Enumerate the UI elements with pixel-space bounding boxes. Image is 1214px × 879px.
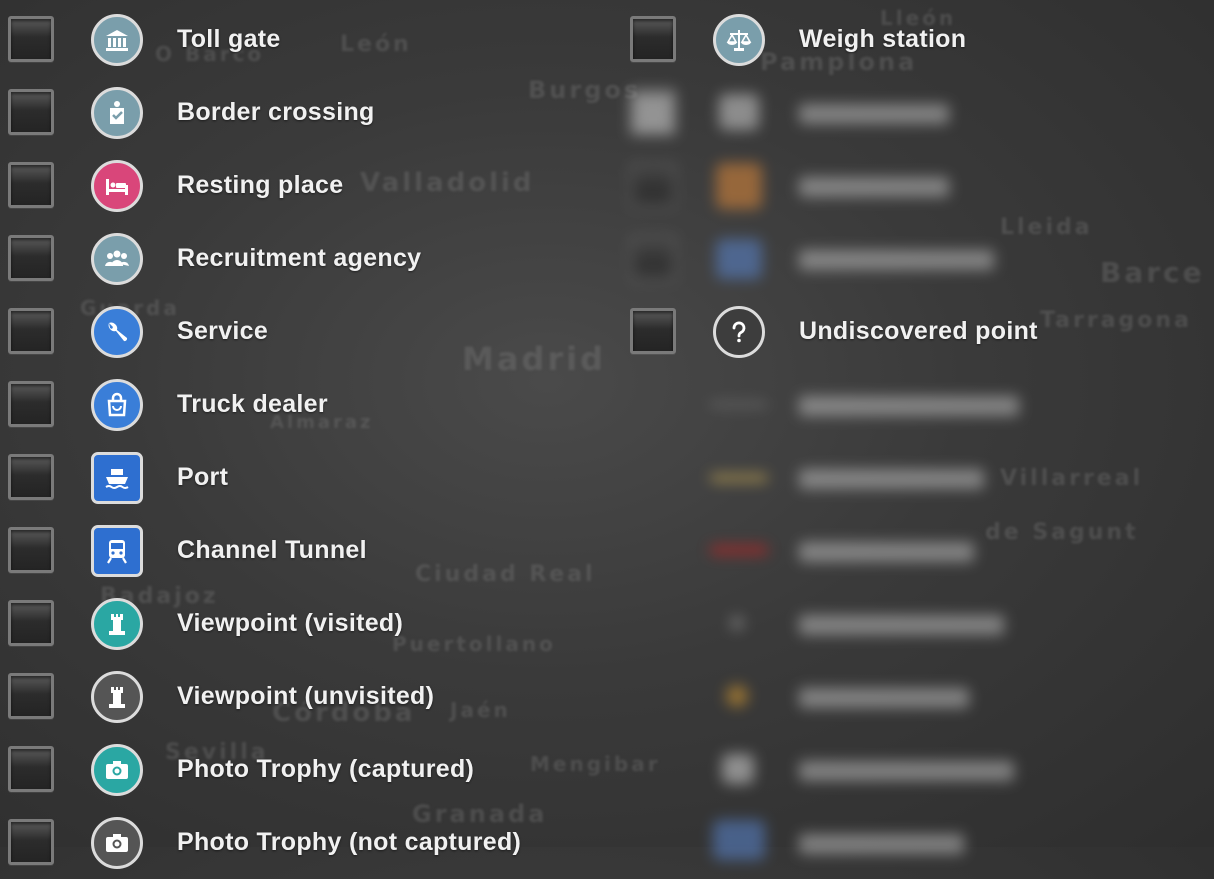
resting-place-checkbox[interactable] bbox=[8, 162, 54, 208]
legend-label: Port bbox=[177, 463, 229, 491]
legend-row-port: Port bbox=[0, 441, 610, 514]
blurred-text bbox=[799, 396, 1019, 416]
truck-dealer-checkbox[interactable] bbox=[8, 381, 54, 427]
legend-row-blurred bbox=[620, 76, 1214, 149]
legend-row-blurred bbox=[620, 514, 1214, 587]
border-crossing-icon bbox=[91, 87, 143, 139]
legend-row-truck-dealer: Truck dealer bbox=[0, 368, 610, 441]
legend-row-viewpoint-visited: Viewpoint (visited) bbox=[0, 587, 610, 660]
legend-row-blurred bbox=[620, 733, 1214, 806]
blurred-checkbox[interactable] bbox=[630, 235, 676, 281]
tower-icon bbox=[91, 671, 143, 723]
recruitment-agency-checkbox[interactable] bbox=[8, 235, 54, 281]
toll-gate-icon bbox=[91, 14, 143, 66]
legend-row-weigh-station: Weigh station bbox=[620, 3, 1214, 76]
legend-label: Border crossing bbox=[177, 98, 375, 126]
legend-row-blurred bbox=[620, 587, 1214, 660]
legend-label: Truck dealer bbox=[177, 390, 328, 418]
legend-label: Resting place bbox=[177, 171, 344, 199]
border-crossing-checkbox[interactable] bbox=[8, 89, 54, 135]
tower-icon bbox=[91, 598, 143, 650]
port-checkbox[interactable] bbox=[8, 454, 54, 500]
legend-row-photo-trophy-not-captured: Photo Trophy (not captured) bbox=[0, 806, 610, 879]
legend-label: Recruitment agency bbox=[177, 244, 422, 272]
company-icon bbox=[716, 163, 762, 209]
legend-label: Toll gate bbox=[177, 25, 281, 53]
legend-label: Undiscovered point bbox=[799, 317, 1038, 345]
city-name-icon bbox=[719, 94, 759, 130]
service-checkbox[interactable] bbox=[8, 308, 54, 354]
legend-label: Service bbox=[177, 317, 269, 345]
explored-road-swatch bbox=[710, 474, 768, 482]
legend-label: Photo Trophy (captured) bbox=[177, 755, 475, 783]
legend-row-channel-tunnel: Channel Tunnel bbox=[0, 514, 610, 587]
blurred-checkbox[interactable] bbox=[630, 89, 676, 135]
blurred-text bbox=[799, 250, 994, 270]
toll-gate-checkbox[interactable] bbox=[8, 16, 54, 62]
legend-row-service: Service bbox=[0, 295, 610, 368]
blurred-text bbox=[799, 104, 949, 124]
blurred-text bbox=[799, 688, 969, 708]
legend-row-border-crossing: Border crossing bbox=[0, 76, 610, 149]
channel-tunnel-checkbox[interactable] bbox=[8, 527, 54, 573]
legend-label: Channel Tunnel bbox=[177, 536, 367, 564]
wrench-icon bbox=[91, 306, 143, 358]
legend-row-blurred bbox=[620, 806, 1214, 879]
legend-row-photo-trophy-captured: Photo Trophy (captured) bbox=[0, 733, 610, 806]
weigh-station-checkbox[interactable] bbox=[630, 16, 676, 62]
scales-icon bbox=[713, 14, 765, 66]
unexplored-city-dot bbox=[730, 616, 744, 630]
legend-row-undiscovered-point: Undiscovered point bbox=[620, 295, 1214, 368]
blurred-text bbox=[799, 542, 974, 562]
shopping-bag-icon bbox=[91, 379, 143, 431]
explored-city-dot bbox=[726, 685, 748, 707]
country-marker-icon bbox=[722, 754, 754, 784]
blurred-text bbox=[799, 834, 964, 854]
legend-label: Viewpoint (unvisited) bbox=[177, 682, 435, 710]
legend-label: Photo Trophy (not captured) bbox=[177, 828, 522, 856]
legend-label: Viewpoint (visited) bbox=[177, 609, 404, 637]
legend-row-resting-place: Resting place bbox=[0, 149, 610, 222]
viewpoint-unvisited-checkbox[interactable] bbox=[8, 673, 54, 719]
legend-row-blurred bbox=[620, 149, 1214, 222]
unexplored-road-swatch bbox=[710, 402, 768, 407]
legend-label: Weigh station bbox=[799, 25, 967, 53]
legend-row-blurred bbox=[620, 441, 1214, 514]
blurred-text bbox=[799, 761, 1014, 781]
people-icon bbox=[91, 233, 143, 285]
legend-row-blurred bbox=[620, 660, 1214, 733]
viewpoint-visited-checkbox[interactable] bbox=[8, 600, 54, 646]
you-are-here-icon bbox=[713, 820, 765, 860]
blurred-text bbox=[799, 177, 949, 197]
blurred-text bbox=[799, 615, 1004, 635]
legend-row-toll-gate: Toll gate bbox=[0, 3, 610, 76]
camera-icon bbox=[91, 744, 143, 796]
camera-icon bbox=[91, 817, 143, 869]
legend-row-blurred bbox=[620, 368, 1214, 441]
photo-trophy-not-captured-checkbox[interactable] bbox=[8, 819, 54, 865]
current-route-swatch bbox=[710, 545, 768, 555]
undiscovered-point-checkbox[interactable] bbox=[630, 308, 676, 354]
photo-trophy-captured-checkbox[interactable] bbox=[8, 746, 54, 792]
legend-row-viewpoint-unvisited: Viewpoint (unvisited) bbox=[0, 660, 610, 733]
legend-row-recruitment-agency: Recruitment agency bbox=[0, 222, 610, 295]
train-icon bbox=[91, 525, 143, 577]
legend-row-blurred bbox=[620, 222, 1214, 295]
question-icon bbox=[713, 306, 765, 358]
blurred-text bbox=[799, 469, 984, 489]
ship-icon bbox=[91, 452, 143, 504]
bed-icon bbox=[91, 160, 143, 212]
blurred-checkbox[interactable] bbox=[630, 162, 676, 208]
road-number-icon bbox=[716, 239, 762, 279]
